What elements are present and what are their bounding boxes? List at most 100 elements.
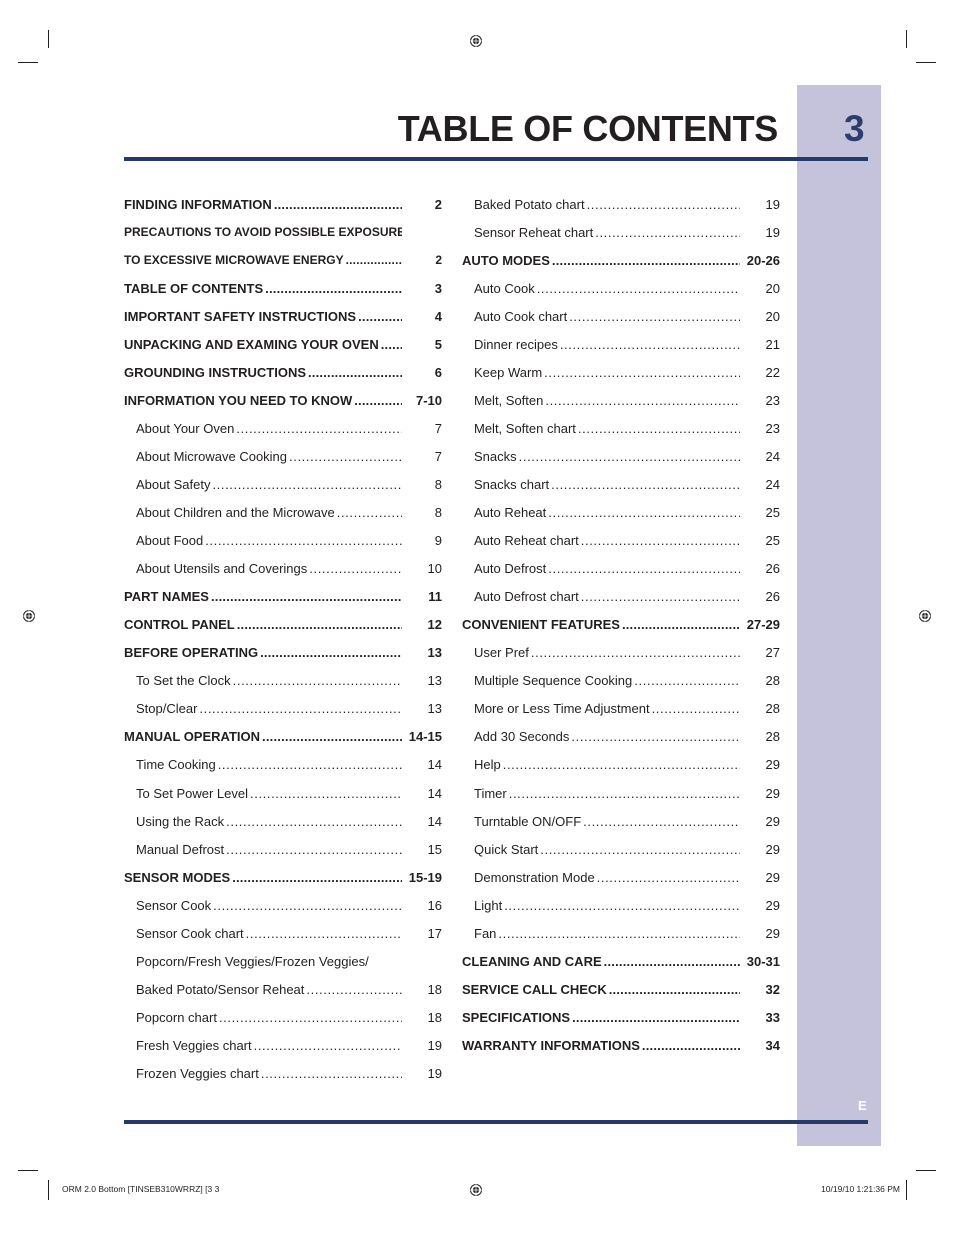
toc-entry-label: Timer (474, 785, 507, 801)
toc-entry[interactable]: Auto Defrost 26 (462, 555, 780, 583)
footer-file-info: ORM 2.0 Bottom [TINSEB310WRRZ] [3 3 (62, 1184, 220, 1194)
toc-entry-page: 29 (765, 785, 780, 801)
toc-entry[interactable]: UNPACKING AND EXAMING YOUR OVEN 5 (124, 330, 442, 358)
toc-entry[interactable]: Manual Defrost 15 (124, 835, 442, 863)
toc-entry[interactable]: Help 29 (462, 751, 780, 779)
toc-entry-page: 28 (765, 701, 780, 717)
dot-leader (609, 982, 740, 997)
toc-entry-label-wrap: Manual Defrost (124, 842, 402, 857)
toc-entry[interactable]: PRECAUTIONS TO AVOID POSSIBLE EXPOSURE (124, 218, 442, 246)
toc-entry[interactable]: Dinner recipes 21 (462, 330, 780, 358)
toc-entry[interactable]: Add 30 Seconds 28 (462, 723, 780, 751)
toc-entry-page: 13 (427, 701, 442, 717)
crop-mark (906, 1180, 907, 1200)
dot-leader (226, 814, 402, 829)
toc-entry-page: 3 (434, 280, 442, 296)
toc-entry[interactable]: TO EXCESSIVE MICROWAVE ENERGY 2 (124, 246, 442, 274)
toc-entry[interactable]: Baked Potato/Sensor Reheat 18 (124, 975, 442, 1003)
toc-entry-label: Manual Defrost (136, 841, 225, 857)
dot-leader (260, 645, 402, 660)
toc-entry-label-wrap: Dinner recipes (462, 337, 740, 352)
toc-entry[interactable]: Auto Defrost chart 26 (462, 583, 780, 611)
toc-entry-label-wrap: About Children and the Microwave (124, 505, 402, 520)
dot-leader (560, 337, 740, 352)
toc-entry[interactable]: Demonstration Mode 29 (462, 863, 780, 891)
toc-entry-label: Auto Defrost (474, 561, 547, 577)
dot-leader (250, 786, 402, 801)
toc-entry-page: 13 (427, 673, 442, 689)
toc-entry-page: 33 (765, 1009, 780, 1025)
toc-entry[interactable]: WARRANTY INFORMATIONS 34 (462, 1031, 780, 1059)
toc-entry[interactable]: About Microwave Cooking 7 (124, 442, 442, 470)
toc-entry[interactable]: Auto Cook chart 20 (462, 302, 780, 330)
toc-entry-label-wrap: About Microwave Cooking (124, 449, 402, 464)
toc-entry[interactable]: About Children and the Microwave 8 (124, 499, 442, 527)
toc-entry[interactable]: Popcorn/Fresh Veggies/Frozen Veggies/ (124, 947, 442, 975)
toc-column-left: FINDING INFORMATION 2 PRECAUTIONS TO AVOID… (124, 190, 442, 1088)
toc-entry[interactable]: Timer 29 (462, 779, 780, 807)
toc-entry[interactable]: Snacks 24 (462, 442, 780, 470)
toc-entry[interactable]: IMPORTANT SAFETY INSTRUCTIONS 4 (124, 302, 442, 330)
toc-entry-label-wrap: FINDING INFORMATION (124, 197, 402, 212)
toc-entry[interactable]: SPECIFICATIONS 33 (462, 1003, 780, 1031)
toc-entry-label-wrap: Auto Defrost (462, 561, 740, 576)
toc-entry[interactable]: To Set Power Level 14 (124, 779, 442, 807)
toc-entry-label: Baked Potato chart (474, 196, 585, 212)
toc-entry[interactable]: Light 29 (462, 891, 780, 919)
toc-entry[interactable]: Time Cooking 14 (124, 751, 442, 779)
dot-leader (232, 870, 402, 885)
toc-entry[interactable]: Auto Cook 20 (462, 274, 780, 302)
toc-entry[interactable]: To Set the Clock 13 (124, 667, 442, 695)
toc-entry[interactable]: MANUAL OPERATION 14-15 (124, 723, 442, 751)
toc-entry[interactable]: Multiple Sequence Cooking 28 (462, 667, 780, 695)
toc-entry[interactable]: BEFORE OPERATING 13 (124, 639, 442, 667)
toc-entry[interactable]: SENSOR MODES 15-19 (124, 863, 442, 891)
toc-entry-page: 14 (427, 785, 442, 801)
toc-entry[interactable]: Keep Warm 22 (462, 358, 780, 386)
toc-entry[interactable]: More or Less Time Adjustment 28 (462, 695, 780, 723)
toc-entry-label-wrap: About Safety (124, 477, 402, 492)
toc-entry-label-wrap: TO EXCESSIVE MICROWAVE ENERGY (124, 253, 402, 267)
toc-entry[interactable]: Frozen Veggies chart 19 (124, 1059, 442, 1087)
toc-entry[interactable]: Sensor Reheat chart 19 (462, 218, 780, 246)
toc-entry[interactable]: INFORMATION YOU NEED TO KNOW 7-10 (124, 386, 442, 414)
toc-entry[interactable]: Auto Reheat 25 (462, 499, 780, 527)
toc-entry[interactable]: User Pref 27 (462, 639, 780, 667)
toc-entry[interactable]: Melt, Soften 23 (462, 386, 780, 414)
dot-leader (381, 337, 402, 352)
toc-entry[interactable]: Fresh Veggies chart 19 (124, 1031, 442, 1059)
toc-entry-label: Turntable ON/OFF (474, 813, 582, 829)
toc-entry[interactable]: Baked Potato chart 19 (462, 190, 780, 218)
toc-entry[interactable]: PART NAMES 11 (124, 583, 442, 611)
toc-entry[interactable]: Sensor Cook chart 17 (124, 919, 442, 947)
toc-entry[interactable]: Stop/Clear 13 (124, 695, 442, 723)
toc-entry[interactable]: Melt, Soften chart 23 (462, 414, 780, 442)
toc-entry[interactable]: CONTROL PANEL 12 (124, 611, 442, 639)
toc-entry[interactable]: About Your Oven 7 (124, 414, 442, 442)
toc-entry[interactable]: Quick Start 29 (462, 835, 780, 863)
toc-entry[interactable]: CONVENIENT FEATURES 27-29 (462, 611, 780, 639)
toc-entry-label: Baked Potato/Sensor Reheat (136, 981, 305, 997)
toc-entry-page: 28 (765, 729, 780, 745)
toc-entry[interactable]: FINDING INFORMATION 2 (124, 190, 442, 218)
toc-entry[interactable]: Using the Rack 14 (124, 807, 442, 835)
dot-leader (551, 477, 740, 492)
toc-entry[interactable]: About Safety 8 (124, 470, 442, 498)
toc-entry[interactable]: Snacks chart 24 (462, 470, 780, 498)
toc-entry[interactable]: SERVICE CALL CHECK 32 (462, 975, 780, 1003)
toc-entry[interactable]: CLEANING AND CARE 30-31 (462, 947, 780, 975)
toc-entry[interactable]: TABLE OF CONTENTS 3 (124, 274, 442, 302)
registration-mark-icon (469, 34, 483, 48)
toc-entry[interactable]: Auto Reheat chart 25 (462, 527, 780, 555)
toc-entry[interactable]: About Food 9 (124, 527, 442, 555)
toc-entry[interactable]: Turntable ON/OFF 29 (462, 807, 780, 835)
toc-entry[interactable]: AUTO MODES 20-26 (462, 246, 780, 274)
toc-entry[interactable]: Fan 29 (462, 919, 780, 947)
toc-entry[interactable]: Popcorn chart 18 (124, 1003, 442, 1031)
toc-entry[interactable]: GROUNDING INSTRUCTIONS 6 (124, 358, 442, 386)
toc-entry-label-wrap: GROUNDING INSTRUCTIONS (124, 365, 402, 380)
toc-entry[interactable]: About Utensils and Coverings 10 (124, 555, 442, 583)
toc-entry[interactable]: Sensor Cook 16 (124, 891, 442, 919)
toc-entry-label-wrap: Auto Cook (462, 281, 740, 296)
toc-entry-label: Sensor Cook chart (136, 925, 244, 941)
